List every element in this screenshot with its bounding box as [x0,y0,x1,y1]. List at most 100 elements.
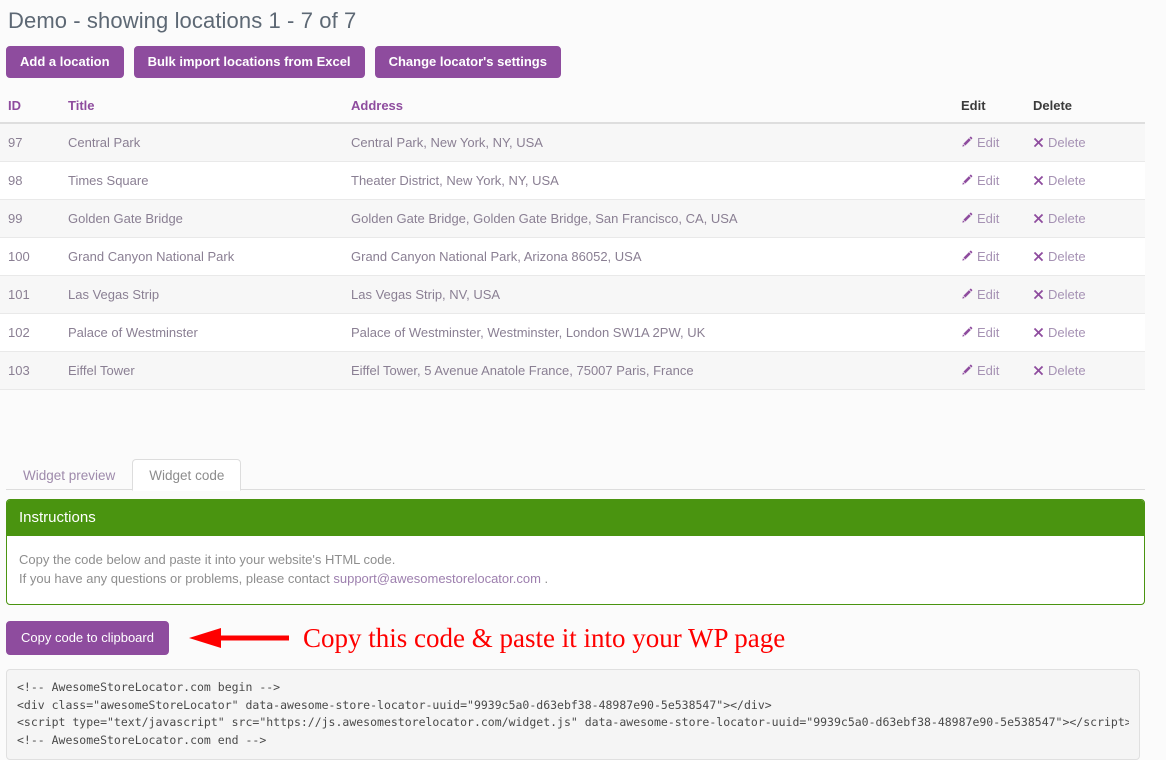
instructions-line-1: Copy the code below and paste it into yo… [19,552,396,567]
cell-address: Grand Canyon National Park, Arizona 8605… [343,237,953,276]
instructions-line-2-prefix: If you have any questions or problems, p… [19,571,334,587]
pencil-icon [961,174,973,186]
table-header: ID Title Address Edit Delete [0,92,1145,124]
location-title-link[interactable]: Las Vegas Strip [68,287,159,302]
support-email-link[interactable]: support@awesomestorelocator.com [333,571,541,586]
annotation-group: Copy this code & paste it into your WP p… [188,622,786,653]
add-location-button[interactable]: Add a location [6,46,124,78]
annotation-text: Copy this code & paste it into your WP p… [302,622,786,653]
cell-edit: Edit [953,123,1025,162]
location-title-link[interactable]: Central Park [68,135,140,150]
pencil-icon [961,212,973,224]
location-title-link[interactable]: Golden Gate Bridge [68,211,183,226]
table-row: 102 Palace of Westminster Palace of Westmi… [0,313,1145,352]
cell-id: 99 [0,199,60,238]
edit-link[interactable]: Edit [977,211,999,226]
cell-id: 100 [0,237,60,276]
cell-title: Golden Gate Bridge [60,199,343,238]
location-title-link[interactable]: Eiffel Tower [68,363,135,378]
copy-code-button[interactable]: Copy code to clipboard [6,621,169,656]
cross-icon [1033,175,1044,186]
cross-icon [1033,213,1044,224]
table-header-row: ID Title Address Edit Delete [0,92,1145,124]
column-header-edit: Edit [953,92,1025,124]
edit-link[interactable]: Edit [977,249,999,264]
cell-address: Las Vegas Strip, NV, USA [343,275,953,314]
cell-delete: Delete [1025,123,1145,162]
cell-edit: Edit [953,351,1025,390]
cross-icon [1033,251,1044,262]
cell-id: 98 [0,161,60,200]
cell-address: Eiffel Tower, 5 Avenue Anatole France, 7… [343,351,953,390]
tab-widget-code[interactable]: Widget code [132,458,242,491]
instructions-panel-body: Copy the code below and paste it into yo… [7,536,1144,604]
cell-id: 103 [0,351,60,390]
delete-link[interactable]: Delete [1048,363,1086,378]
edit-link[interactable]: Edit [977,325,999,340]
cross-icon [1033,289,1044,300]
cell-title: Grand Canyon National Park [60,237,343,276]
table-row: 98 Times Square Theater District, New York… [0,161,1145,200]
location-title-link[interactable]: Grand Canyon National Park [68,249,234,264]
cell-edit: Edit [953,275,1025,314]
pencil-icon [961,364,973,376]
column-header-id: ID [0,92,60,124]
delete-link[interactable]: Delete [1048,211,1086,226]
edit-link[interactable]: Edit [977,287,999,302]
bulk-import-button[interactable]: Bulk import locations from Excel [133,46,365,78]
table-row: 100 Grand Canyon National Park Grand Canyo… [0,237,1145,276]
cell-title: Las Vegas Strip [60,275,343,314]
cell-edit: Edit [953,161,1025,200]
pencil-icon [961,326,973,338]
delete-link[interactable]: Delete [1048,325,1086,340]
delete-link[interactable]: Delete [1048,173,1086,188]
cross-icon [1033,327,1044,338]
cell-id: 102 [0,313,60,352]
widget-tabs: Widget preview Widget code [6,456,1145,492]
page-title: Demo - showing locations 1 - 7 of 7 [8,8,357,33]
cell-edit: Edit [953,313,1025,352]
instructions-panel: Instructions Copy the code below and pas… [6,499,1145,606]
cell-delete: Delete [1025,313,1145,352]
delete-link[interactable]: Delete [1048,249,1086,264]
widget-code-box[interactable]: <!-- AwesomeStoreLocator.com begin --> <… [6,669,1140,760]
column-header-title: Title [60,92,343,124]
location-title-link[interactable]: Times Square [68,173,148,188]
cell-address: Central Park, New York, NY, USA [343,123,953,162]
cell-id: 97 [0,123,60,162]
cell-delete: Delete [1025,351,1145,390]
instructions-panel-heading: Instructions [7,500,1144,536]
widget-code-snippet: <!-- AwesomeStoreLocator.com begin --> <… [17,680,1129,747]
cell-address: Golden Gate Bridge, Golden Gate Bridge, … [343,199,953,238]
cell-title: Central Park [60,123,343,162]
delete-link[interactable]: Delete [1048,287,1086,302]
edit-link[interactable]: Edit [977,363,999,378]
instructions-line-2-suffix: . [540,571,549,587]
copy-code-row: Copy code to clipboard Copy this code & … [6,621,1166,656]
column-header-delete: Delete [1025,92,1145,124]
instructions-line-2: If you have any questions or problems, p… [19,569,1132,588]
change-settings-button[interactable]: Change locator's settings [374,46,561,78]
table-row: 97 Central Park Central Park, New York, NY… [0,123,1145,162]
delete-link[interactable]: Delete [1048,135,1086,150]
table-row: 101 Las Vegas Strip Las Vegas Strip, NV, U… [0,275,1145,314]
cell-title: Eiffel Tower [60,351,343,390]
cell-edit: Edit [953,199,1025,238]
tab-widget-preview[interactable]: Widget preview [6,459,132,492]
cell-delete: Delete [1025,237,1145,276]
cell-edit: Edit [953,237,1025,276]
table-row: 103 Eiffel Tower Eiffel Tower, 5 Avenue An… [0,351,1145,390]
table-body: 97 Central Park Central Park, New York, NY… [0,123,1145,390]
left-arrow-icon [188,628,289,649]
cross-icon [1033,365,1044,376]
cell-delete: Delete [1025,199,1145,238]
edit-link[interactable]: Edit [977,173,999,188]
locations-table-wrapper: ID Title Address Edit Delete 97 Central P… [0,92,1166,390]
pencil-icon [961,250,973,262]
cell-address: Theater District, New York, NY, USA [343,161,953,200]
cell-delete: Delete [1025,161,1145,200]
edit-link[interactable]: Edit [977,135,999,150]
location-title-link[interactable]: Palace of Westminster [68,325,198,340]
cell-id: 101 [0,275,60,314]
cell-delete: Delete [1025,275,1145,314]
